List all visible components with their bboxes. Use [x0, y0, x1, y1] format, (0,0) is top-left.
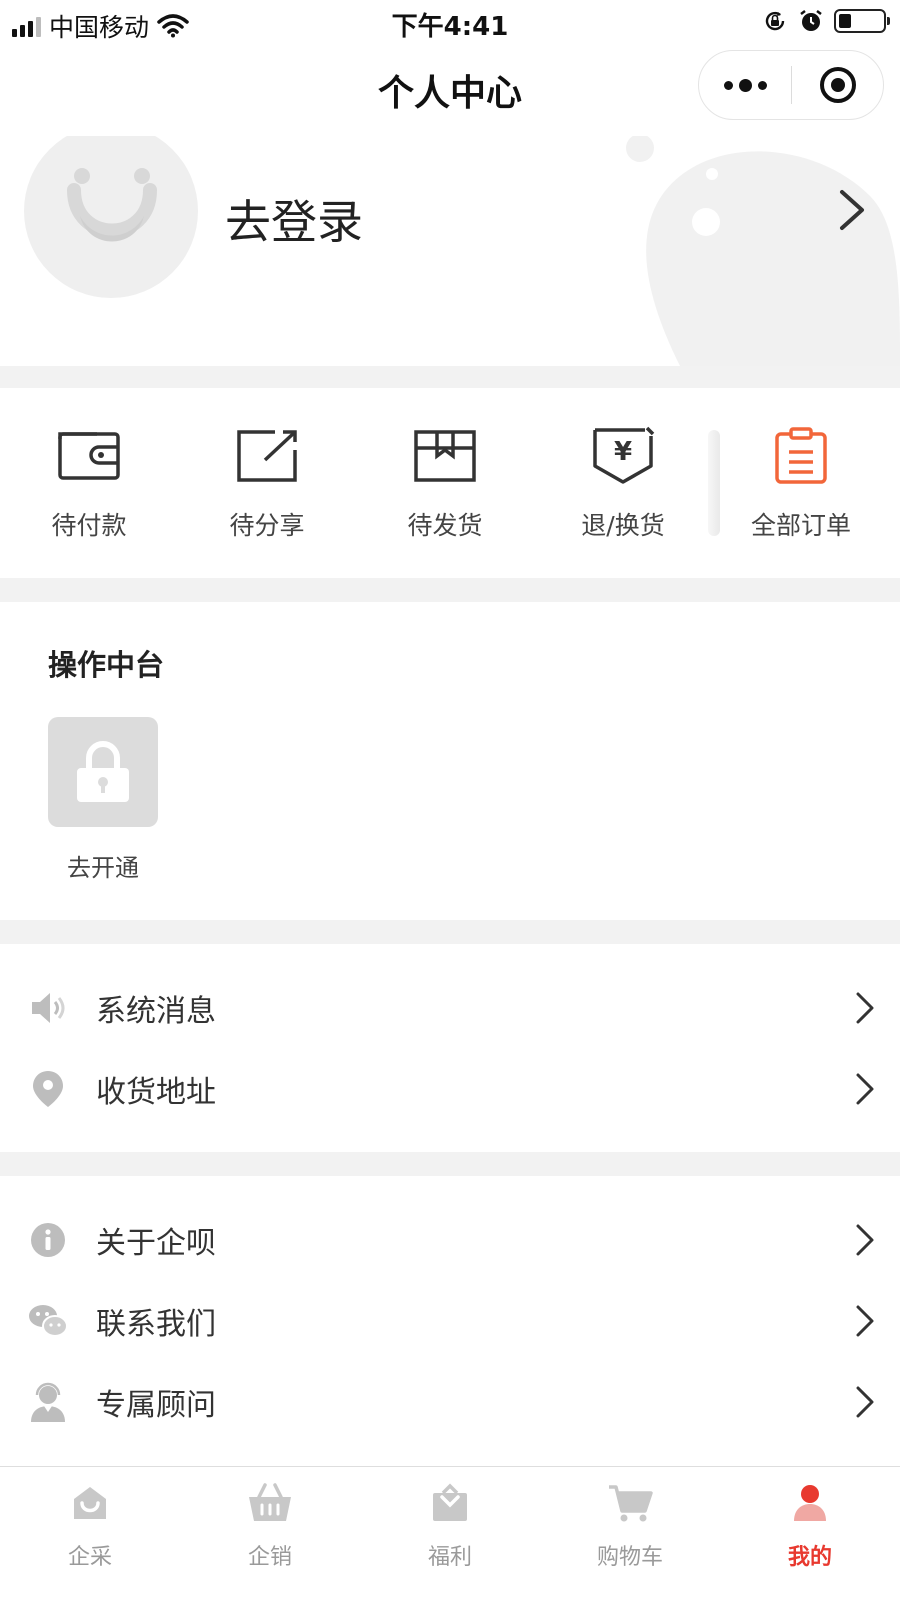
- menu-item-advisor[interactable]: 专属顾问: [0, 1362, 900, 1442]
- lock-icon: [77, 741, 129, 802]
- section-divider: [0, 366, 900, 388]
- tab-bar: 企采 企销 福利 购物车 我的: [0, 1466, 900, 1600]
- target-close-icon: [819, 67, 856, 103]
- tab-qixiao[interactable]: 企销: [180, 1467, 360, 1600]
- basket-icon: [249, 1483, 291, 1521]
- nav-bar: 个人中心: [0, 44, 900, 136]
- refund-icon: ¥: [593, 426, 655, 484]
- advisor-icon: [31, 1382, 65, 1422]
- cart-icon: [609, 1485, 653, 1522]
- section-divider: [0, 1152, 900, 1176]
- order-pending-shipment[interactable]: 待发货: [356, 388, 534, 578]
- order-label: 全部订单: [750, 511, 851, 540]
- chevron-right-icon: [856, 1224, 874, 1256]
- tab-label: 购物车: [596, 1545, 663, 1570]
- user-icon: [794, 1485, 826, 1521]
- tab-label: 企销: [247, 1545, 292, 1570]
- chevron-right-icon: [856, 1305, 874, 1337]
- wechat-icon: [29, 1305, 68, 1337]
- order-label: 待分享: [229, 511, 305, 540]
- status-bar: 中国移动 下午4:41: [0, 0, 900, 44]
- chevron-right-icon[interactable]: [838, 188, 866, 232]
- location-pin-icon: [33, 1071, 63, 1107]
- package-icon: [414, 430, 476, 482]
- mascot-decoration: [626, 136, 900, 366]
- operation-tile-label: 去开通: [67, 854, 139, 882]
- avatar[interactable]: [24, 136, 198, 298]
- profile-header[interactable]: 去登录: [0, 136, 900, 366]
- order-label: 待付款: [51, 511, 127, 540]
- menu-item-about[interactable]: 关于企呗: [0, 1200, 900, 1280]
- operation-tile[interactable]: [48, 717, 158, 827]
- svg-text:¥: ¥: [614, 437, 632, 467]
- more-button[interactable]: [699, 78, 791, 92]
- tab-qicai[interactable]: 企采: [0, 1467, 180, 1600]
- menu-label: 专属顾问: [96, 1388, 216, 1423]
- clipboard-icon: [775, 427, 827, 484]
- home-bag-icon: [74, 1487, 106, 1519]
- chevron-right-icon: [856, 1386, 874, 1418]
- order-pending-share[interactable]: 待分享: [178, 388, 356, 578]
- wallet-icon: [58, 432, 120, 480]
- menu-label: 系统消息: [96, 994, 216, 1029]
- tab-label: 我的: [787, 1545, 832, 1570]
- order-status-row: 待付款 待分享 待发货 ¥ 退/换货 全部订单: [0, 388, 900, 578]
- mini-program-capsule: [698, 50, 884, 120]
- info-icon: [31, 1223, 65, 1257]
- speaker-icon: [32, 993, 65, 1023]
- section-divider: [0, 920, 900, 944]
- login-link[interactable]: 去登录: [225, 186, 363, 252]
- alarm-icon: [800, 10, 822, 31]
- operation-center: 操作中台 去开通: [0, 602, 900, 920]
- tab-label: 企采: [67, 1545, 112, 1570]
- rotation-lock-icon: [765, 11, 785, 31]
- menu-label: 联系我们: [96, 1307, 216, 1342]
- menu-item-shipping-address[interactable]: 收货地址: [0, 1049, 900, 1129]
- order-label: 退/换货: [581, 511, 665, 540]
- tab-cart[interactable]: 购物车: [540, 1467, 720, 1600]
- logo-avatar-icon: [67, 168, 157, 242]
- order-refund-exchange[interactable]: ¥ 退/换货: [534, 388, 712, 578]
- gift-icon: [433, 1483, 467, 1521]
- close-button[interactable]: [792, 65, 883, 105]
- menu-item-system-messages[interactable]: 系统消息: [0, 968, 900, 1048]
- menu-item-contact[interactable]: 联系我们: [0, 1281, 900, 1361]
- operation-title: 操作中台: [48, 648, 165, 682]
- scroll-divider: [708, 430, 720, 536]
- section-divider: [0, 578, 900, 602]
- order-pending-payment[interactable]: 待付款: [0, 388, 178, 578]
- order-label: 待发货: [407, 511, 483, 540]
- menu-label: 收货地址: [96, 1075, 216, 1110]
- chevron-right-icon: [856, 992, 874, 1024]
- tab-fuli[interactable]: 福利: [360, 1467, 540, 1600]
- tab-mine[interactable]: 我的: [720, 1467, 900, 1600]
- order-all[interactable]: 全部订单: [712, 388, 890, 578]
- battery-icon: [834, 9, 890, 33]
- chevron-right-icon: [856, 1073, 874, 1105]
- share-edit-icon: [237, 430, 297, 482]
- menu-label: 关于企呗: [96, 1226, 216, 1261]
- tab-label: 福利: [427, 1545, 472, 1570]
